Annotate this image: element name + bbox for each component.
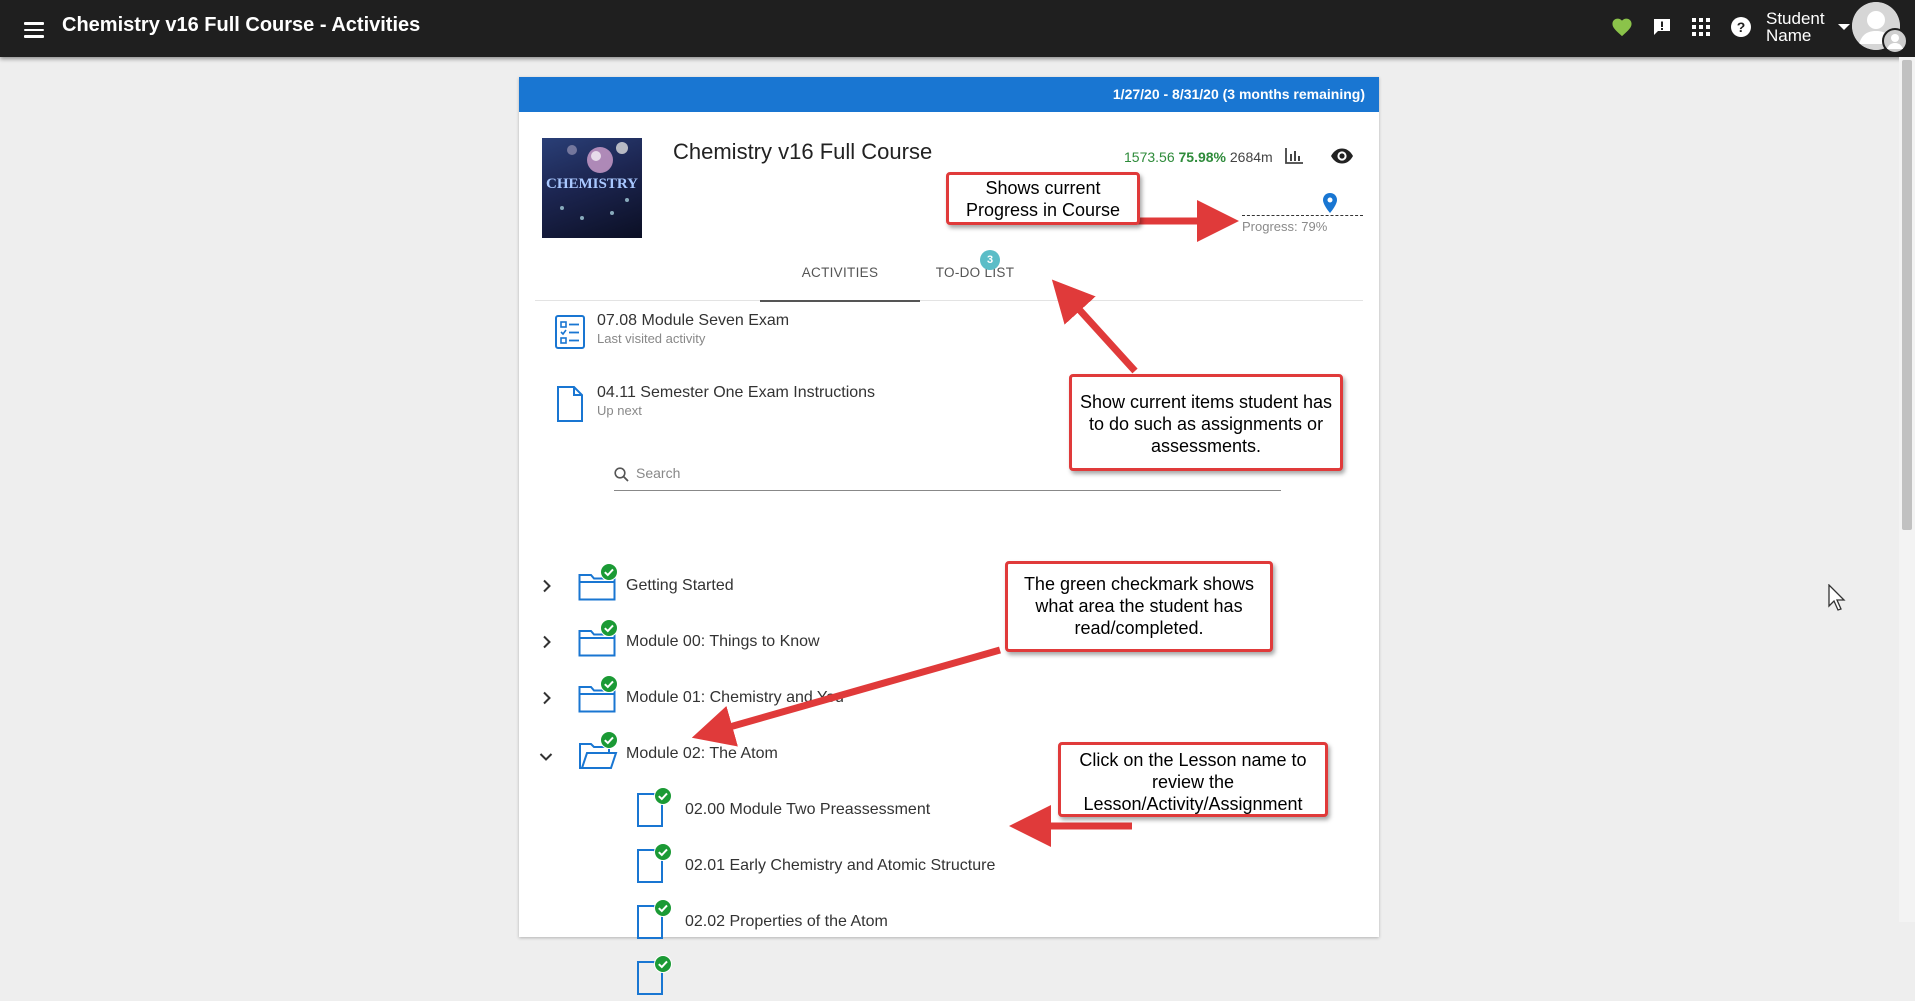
green-check-icon [600,731,618,754]
account-switch-icon[interactable] [1882,28,1908,54]
course-stats: 1573.56 75.98% 2684m [1124,149,1273,165]
mouse-cursor [1828,583,1848,617]
course-title: Chemistry v16 Full Course [673,139,933,164]
eye-icon[interactable] [1329,144,1355,168]
lesson-label[interactable]: 02.00 Module Two Preassessment [685,801,930,819]
tab-bar: ACTIVITIES TO-DO LIST 3 [535,250,1363,302]
date-range: 1/27/20 - 8/31/20 (3 months remaining) [1112,86,1365,102]
help-icon[interactable]: ? [1726,12,1756,42]
recent-activity-subtitle: Last visited activity [597,331,706,346]
module-label[interactable]: Module 01: Chemistry and You [626,689,844,707]
course-date-bar: 1/27/20 - 8/31/20 (3 months remaining) [519,77,1379,112]
document-icon [557,386,583,427]
lesson-label[interactable]: 02.01 Early Chemistry and Atomic Structu… [685,857,995,875]
recent-activity-title: 07.08 Module Seven Exam [597,312,790,329]
page-title: Chemistry v16 Full Course - Activities [62,14,421,36]
todo-count-badge: 3 [980,250,1000,270]
tab-todo-list[interactable]: TO-DO LIST [900,252,1050,300]
green-check-icon [654,899,672,922]
checklist-icon [555,315,585,354]
annotation-checkmark: The green checkmark shows what area the … [1005,561,1273,652]
course-thumbnail: CHEMISTRY [542,138,642,238]
recent-activity-subtitle: Up next [597,403,642,418]
annotation-progress: Shows current Progress in Course [946,172,1140,225]
recent-activity-up-next[interactable]: 04.11 Semester One Exam Instructions Up … [555,384,1055,434]
course-percent: 75.98% [1178,149,1226,165]
thumbnail-text: CHEMISTRY [546,176,638,192]
module-row[interactable]: Module 01: Chemistry and You [539,675,1239,721]
chevron-right-icon[interactable] [542,691,552,710]
green-check-icon [600,675,618,698]
green-check-icon [600,563,618,586]
course-minutes: 2684m [1229,149,1273,165]
green-check-icon [654,843,672,866]
feedback-icon[interactable] [1647,12,1677,42]
module-label[interactable]: Module 02: The Atom [626,745,778,763]
tab-activities[interactable]: ACTIVITIES [760,252,920,302]
course-points: 1573.56 [1124,149,1175,165]
apps-grid-icon[interactable] [1686,12,1716,42]
lesson-row[interactable] [637,955,1237,1001]
menu-icon[interactable] [20,14,48,42]
chevron-right-icon[interactable] [542,579,552,598]
module-label[interactable]: Module 00: Things to Know [626,633,820,651]
chevron-down-icon[interactable] [1838,24,1850,30]
annotation-lesson: Click on the Lesson name to review the L… [1058,742,1328,817]
module-label[interactable]: Getting Started [626,577,734,595]
tab-activities-label: ACTIVITIES [801,265,879,280]
student-name[interactable]: Student Name [1766,10,1825,44]
svg-text:?: ? [1737,19,1746,35]
green-check-icon [600,619,618,642]
student-name-last: Name [1766,26,1812,45]
search-icon [614,467,629,487]
student-name-first: Student [1766,9,1825,28]
lesson-row[interactable]: 02.01 Early Chemistry and Atomic Structu… [637,843,1237,889]
recent-activity-last-visited[interactable]: 07.08 Module Seven Exam Last visited act… [555,312,1055,362]
progress-label: Progress: 79% [1242,219,1328,234]
annotation-todo: Show current items student has to do suc… [1069,374,1343,471]
recent-activity-title: 04.11 Semester One Exam Instructions [597,384,876,401]
green-check-icon [654,955,672,978]
chevron-right-icon[interactable] [542,635,552,654]
scrollbar-thumb[interactable] [1902,60,1912,530]
tab-todo-label: TO-DO LIST [935,265,1015,280]
lesson-row[interactable]: 02.02 Properties of the Atom [637,899,1237,945]
app-toolbar: Chemistry v16 Full Course - Activities ?… [0,0,1915,57]
progress-line [1242,215,1363,216]
green-check-icon [654,787,672,810]
heart-icon[interactable] [1607,12,1637,42]
chevron-down-icon[interactable] [539,749,553,767]
bar-chart-icon[interactable] [1283,145,1305,167]
lesson-label[interactable]: 02.02 Properties of the Atom [685,913,888,931]
